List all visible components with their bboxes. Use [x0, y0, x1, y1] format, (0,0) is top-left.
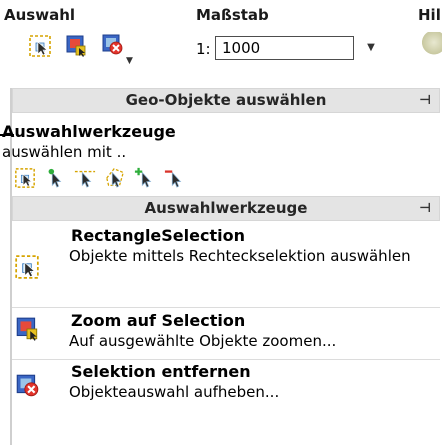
lightbulb-icon[interactable]	[422, 32, 442, 58]
menu-item-title: Zoom auf Selection	[71, 311, 246, 330]
tools-description: auswählen mit ..	[2, 143, 127, 161]
menu-item-description: Objekte mittels Rechteckselektion auswäh…	[69, 247, 411, 265]
line-selection-tool-icon[interactable]	[74, 166, 96, 190]
menu-item-title: RectangleSelection	[71, 226, 245, 245]
tools-subtitle: Auswahlwerkzeuge	[2, 122, 176, 141]
remove-from-selection-tool-icon[interactable]	[164, 166, 186, 190]
ribbon-toolbar: Auswahl Maßstab Hil ▼ 1: 1000 ▼	[0, 0, 442, 88]
rectangle-selection-tool-icon[interactable]	[14, 166, 36, 190]
group-title-hilfe: Hil	[418, 6, 441, 24]
menu-item-rectangle-selection[interactable]: RectangleSelection Objekte mittels Recht…	[12, 226, 440, 306]
divider	[12, 307, 440, 308]
point-selection-tool-icon[interactable]	[44, 166, 66, 190]
remove-selection-icon	[14, 372, 40, 398]
menu-item-remove-selection[interactable]: Selektion entfernen Objekteauswahl aufhe…	[12, 358, 440, 408]
menu-item-description: Auf ausgewählte Objekte zoomen...	[69, 332, 337, 350]
group-title-massstab: Maßstab	[196, 6, 269, 24]
panel-header-title: Geo-Objekte auswählen	[125, 91, 327, 109]
polygon-selection-tool-icon[interactable]	[104, 166, 126, 190]
scale-dropdown-icon[interactable]: ▼	[359, 36, 383, 60]
zoom-to-selection-icon[interactable]	[64, 34, 88, 58]
more-tools-chevron-icon[interactable]: ▼	[126, 56, 133, 66]
scale-input[interactable]: 1000	[215, 36, 354, 60]
section-header-title: Auswahlwerkzeuge	[144, 199, 308, 217]
rectangle-selection-icon	[14, 254, 40, 280]
pin-icon[interactable]: ⊣	[419, 197, 431, 220]
zoom-to-selection-icon	[14, 316, 40, 342]
pin-icon[interactable]: ⊣	[419, 89, 431, 112]
scale-prefix: 1:	[196, 40, 211, 58]
selection-dropdown-panel: Geo-Objekte auswählen ⊣ Auswahlwerkzeuge…	[0, 88, 442, 445]
section-header-auswahlwerkzeuge: Auswahlwerkzeuge ⊣	[12, 196, 440, 221]
add-to-selection-tool-icon[interactable]	[134, 166, 156, 190]
menu-item-zoom-to-selection[interactable]: Zoom auf Selection Auf ausgewählte Objek…	[12, 306, 440, 356]
group-title-auswahl: Auswahl	[4, 6, 76, 24]
remove-selection-icon[interactable]	[100, 32, 124, 56]
divider	[12, 359, 440, 360]
menu-item-title: Selektion entfernen	[71, 362, 251, 381]
menu-item-description: Objekteauswahl aufheben...	[69, 383, 280, 401]
rectangle-selection-icon[interactable]	[28, 34, 52, 58]
panel-header: Geo-Objekte auswählen ⊣	[12, 88, 440, 113]
